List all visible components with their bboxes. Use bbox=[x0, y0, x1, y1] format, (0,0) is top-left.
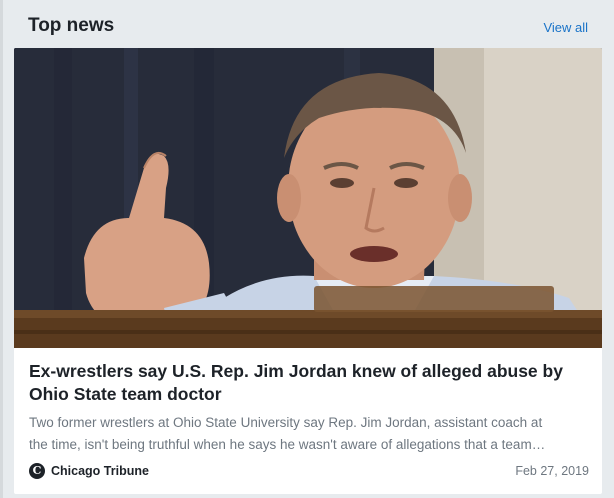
story-summary: Two former wrestlers at Ohio State Unive… bbox=[29, 412, 589, 456]
story-source[interactable]: Chicago Tribune bbox=[51, 464, 149, 478]
story-footer: C Chicago Tribune Feb 27, 2019 bbox=[29, 462, 589, 482]
module-header: Top news View all bbox=[14, 0, 602, 48]
story-photo-illustration bbox=[14, 48, 602, 348]
view-all-link[interactable]: View all bbox=[543, 20, 588, 35]
news-story-card[interactable]: Ex-wrestlers say U.S. Rep. Jim Jordan kn… bbox=[14, 48, 602, 494]
story-summary-line: Two former wrestlers at Ohio State Unive… bbox=[29, 415, 543, 430]
story-date: Feb 27, 2019 bbox=[515, 464, 589, 478]
module-title: Top news bbox=[28, 15, 115, 36]
story-headline[interactable]: Ex-wrestlers say U.S. Rep. Jim Jordan kn… bbox=[29, 360, 589, 406]
story-image[interactable] bbox=[14, 48, 602, 348]
chicago-tribune-logo-icon: C bbox=[29, 463, 45, 479]
left-divider bbox=[0, 0, 3, 498]
top-news-module: Top news View all Ex-wrestlers say U.S. … bbox=[0, 0, 614, 498]
story-summary-line: the time, isn't being truthful when he s… bbox=[29, 437, 546, 452]
